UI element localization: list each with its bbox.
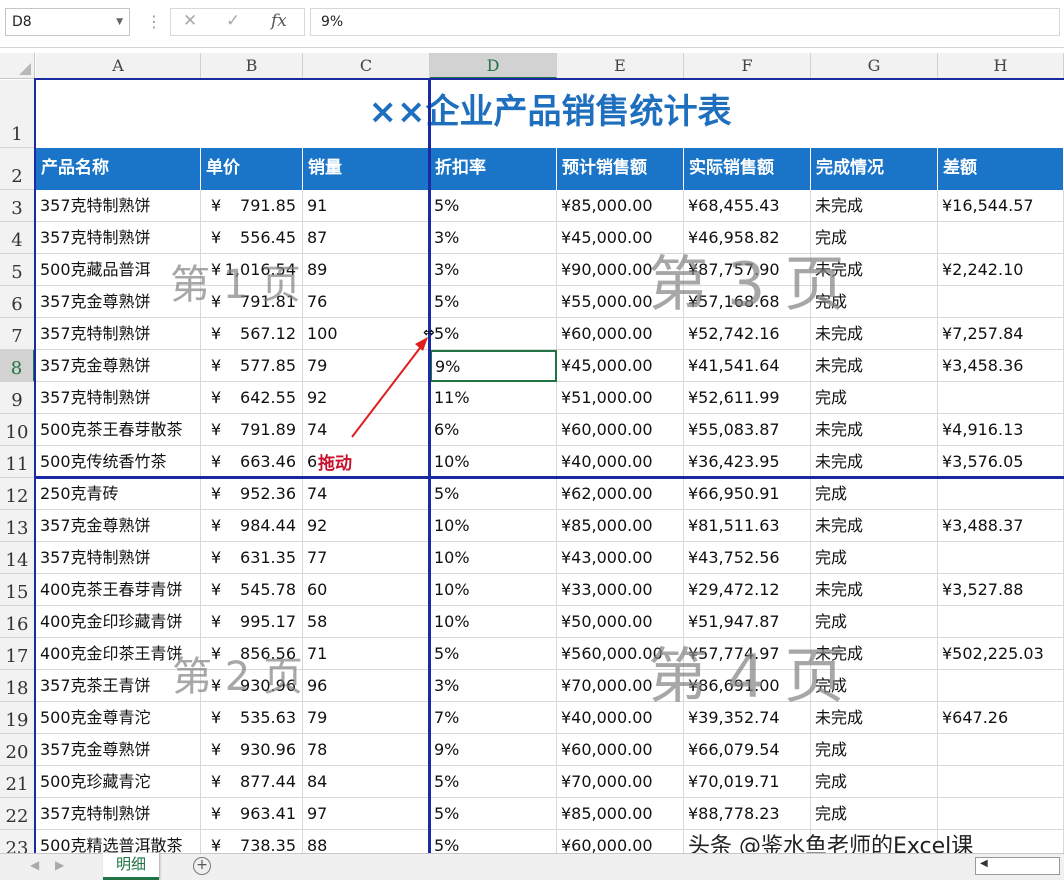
horizontal-scrollbar[interactable]: ◀	[975, 857, 1060, 875]
add-sheet-icon[interactable]: +	[193, 857, 211, 875]
drag-annotation-arrow: ⇔	[351, 325, 435, 438]
svg-text:⇔: ⇔	[423, 325, 435, 341]
next-sheet-icon[interactable]: ▶	[55, 858, 64, 872]
scroll-left-icon[interactable]: ◀	[980, 858, 988, 869]
prev-sheet-icon[interactable]: ◀	[30, 858, 39, 872]
sheet-tab-bar: ◀ ▶ 明细 + ◀	[0, 853, 1064, 880]
drag-label: 拖动	[318, 454, 352, 474]
sheet-tab-明细[interactable]: 明细	[103, 853, 159, 880]
